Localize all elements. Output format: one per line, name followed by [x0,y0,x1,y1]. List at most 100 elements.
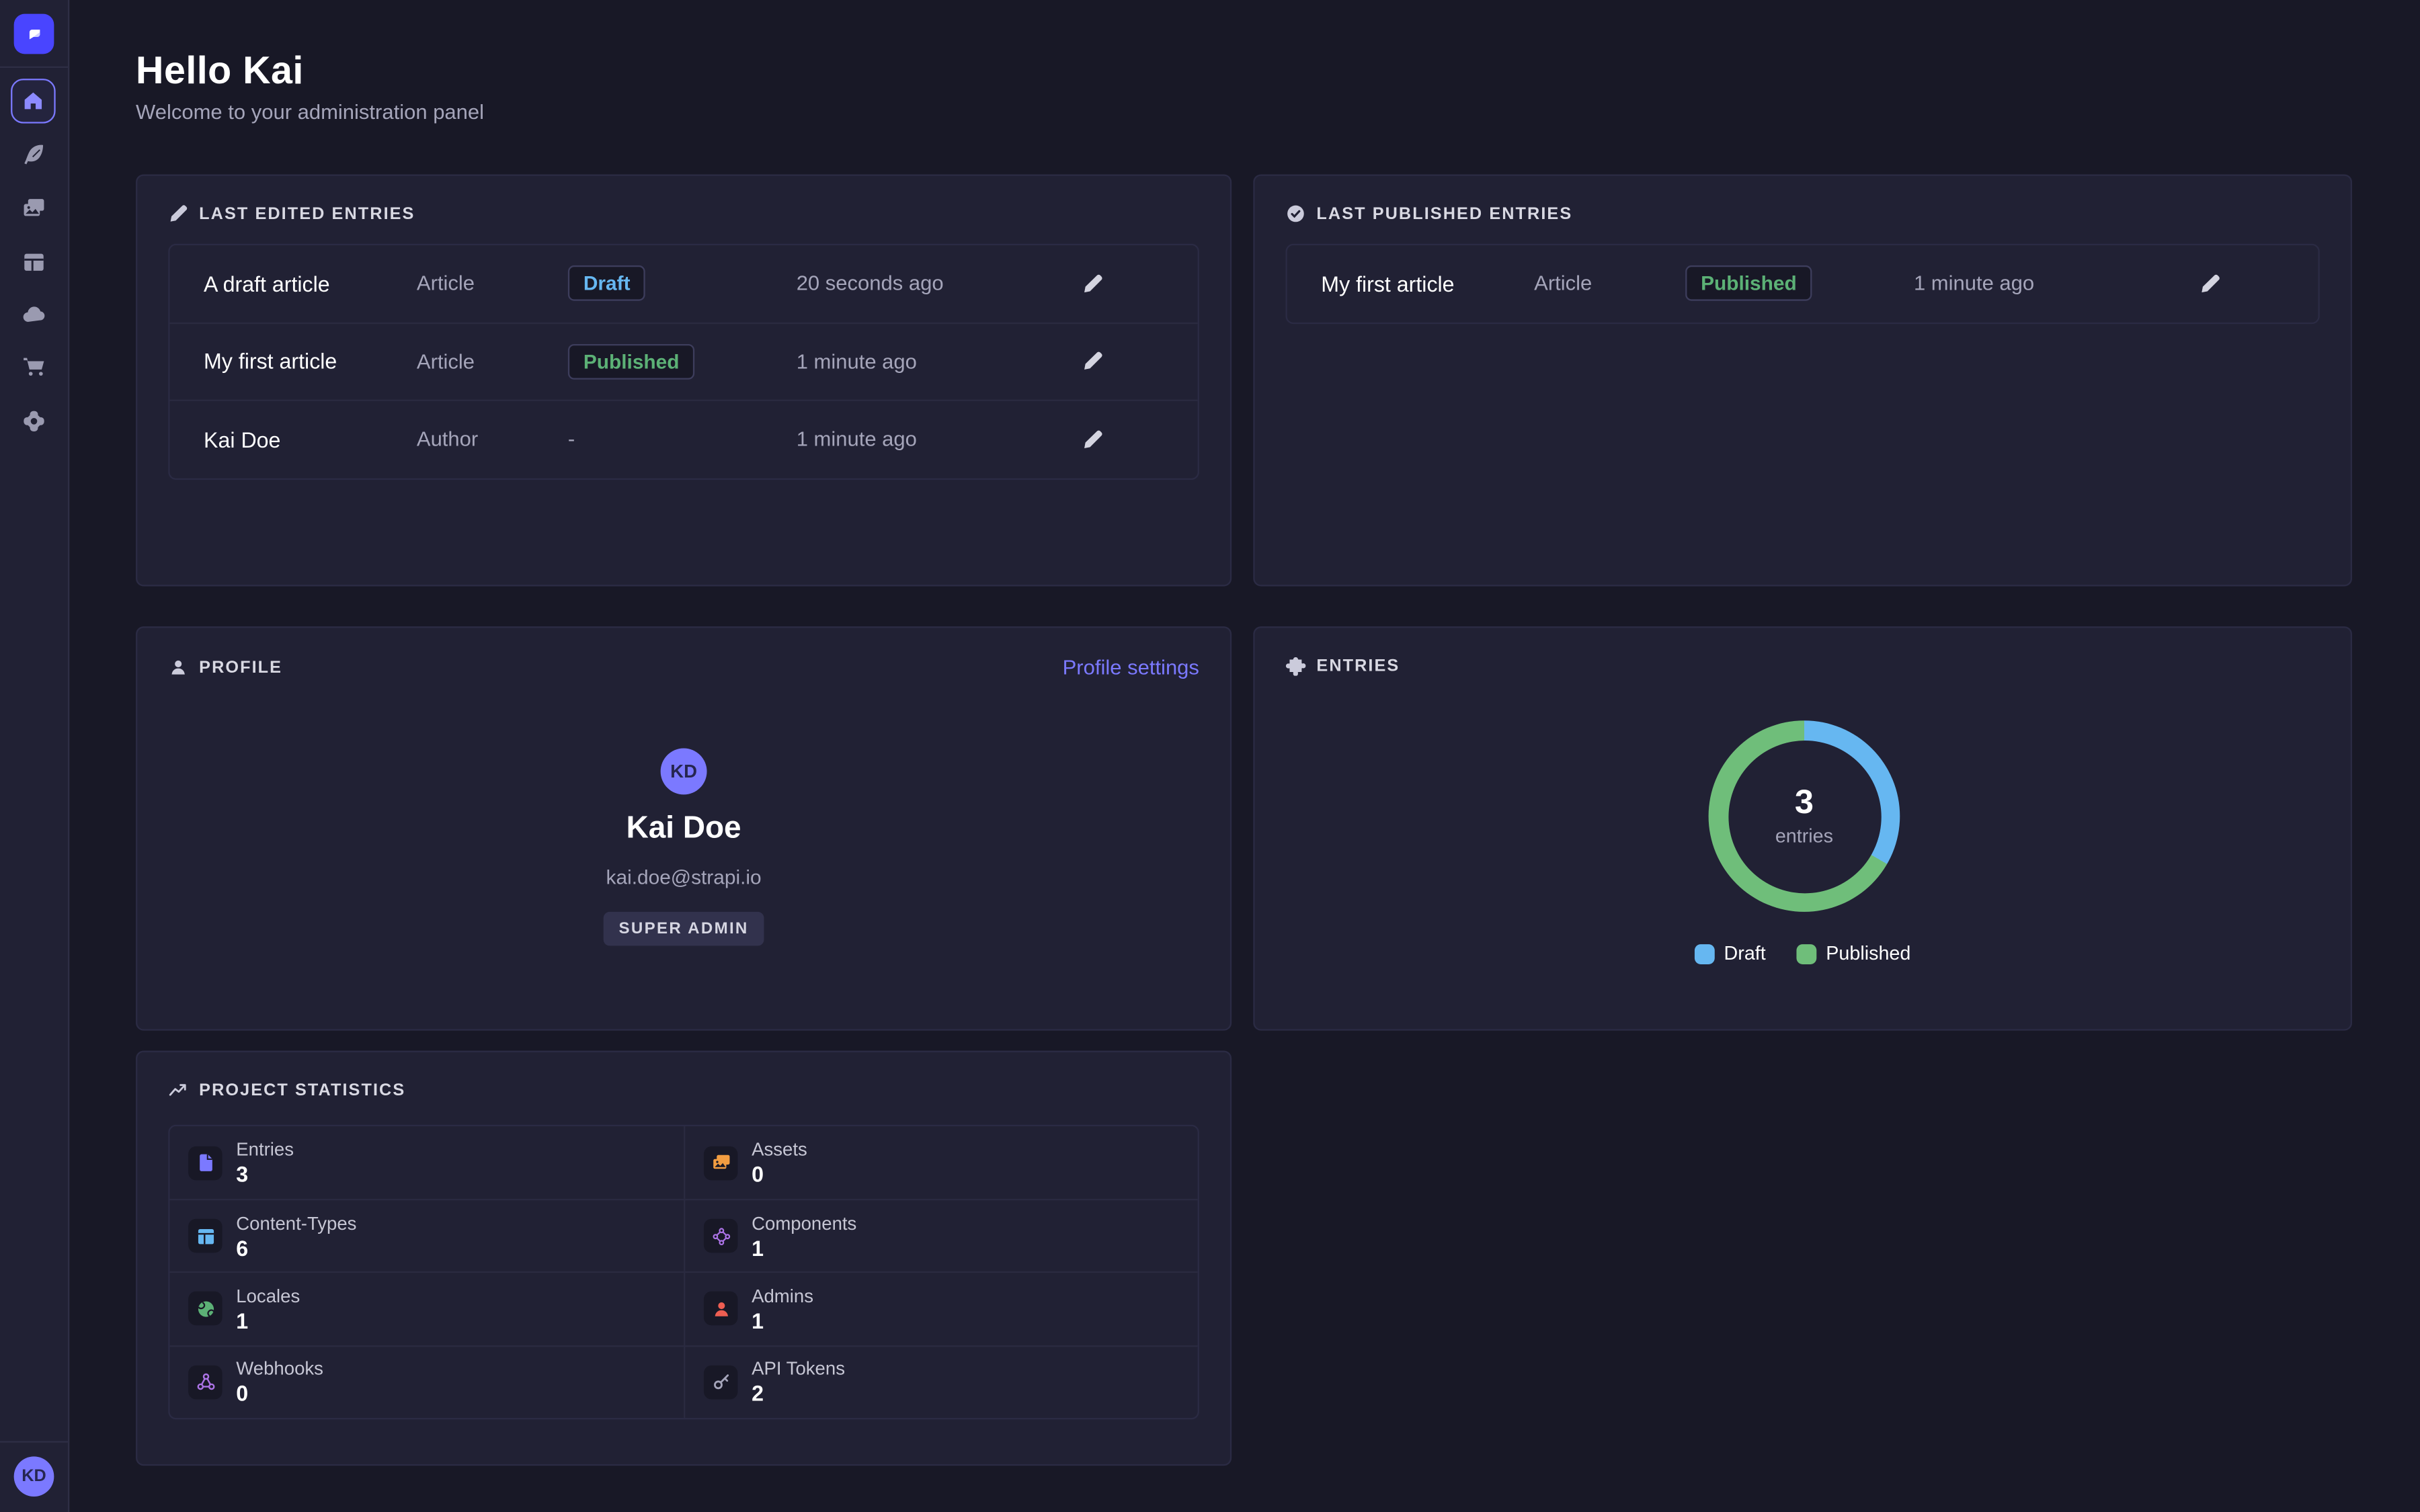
legend-label: Draft [1724,943,1766,964]
home-icon [22,89,44,112]
stat-value: 6 [236,1236,356,1261]
trending-up-icon [168,1080,188,1100]
role-badge: SUPER ADMIN [604,912,764,946]
entry-time: 1 minute ago [797,350,1080,373]
strapi-logo[interactable] [14,14,54,54]
panel-title: PROJECT STATISTICS [199,1081,405,1099]
published-swatch [1797,943,1817,964]
profile-avatar: KD [661,749,707,795]
page-title: Hello Kai [136,49,304,94]
last-edited-table: A draft article Article Draft 20 seconds… [168,244,1199,479]
edit-entry-button[interactable] [2197,272,2220,295]
entry-type: Article [417,272,568,295]
stat-api-tokens: API Tokens2 [684,1345,1198,1417]
stats-table: Entries3 Assets0 Content-Types6 Componen… [168,1125,1199,1419]
last-edited-entries-panel: LAST EDITED ENTRIES A draft article Arti… [136,174,1232,586]
images-icon [22,196,46,221]
donut-center: 3 entries [1709,720,1900,912]
entry-type: Author [417,428,568,451]
pencil-icon [168,204,188,224]
sidebar-divider-bottom [0,1441,68,1442]
user-icon [168,657,188,677]
legend-item-draft: Draft [1695,943,1766,964]
strapi-admin-dashboard: KD Hello Kai Welcome to your administrat… [0,0,2420,1512]
stat-locales: Locales1 [170,1272,684,1345]
entry-name: Kai Doe [204,427,417,452]
table-row: Kai Doe Author - 1 minute ago [170,400,1198,478]
sidebar-item-settings[interactable] [22,409,46,433]
stat-value: 0 [752,1162,807,1187]
stat-components: Components1 [684,1199,1198,1271]
profile-body: KD Kai Doe kai.doe@strapi.io SUPER ADMIN [137,749,1230,946]
profile-settings-link[interactable]: Profile settings [1063,656,1199,679]
table-row: My first article Article Published 1 min… [170,322,1198,400]
gear-icon [22,409,46,433]
puzzle-icon [711,1226,731,1247]
panel-title: ENTRIES [1316,657,1400,675]
user-avatar[interactable]: KD [14,1456,54,1497]
sidebar-item-cloud[interactable] [22,302,46,327]
file-icon [195,1152,215,1173]
stat-webhooks: Webhooks0 [170,1345,684,1417]
sidebar-item-content-manager[interactable] [22,142,46,167]
last-published-entries-panel: LAST PUBLISHED ENTRIES My first article … [1253,174,2352,586]
sidebar-item-media-library[interactable] [22,196,46,221]
chart-legend: Draft Published [1255,943,2351,964]
sidebar-item-content-type-builder[interactable] [22,250,46,275]
legend-label: Published [1826,943,1910,964]
sidebar-item-marketplace[interactable] [22,355,46,380]
draft-swatch [1695,943,1715,964]
strapi-logo-icon [22,22,45,45]
stat-label: Webhooks [236,1358,323,1380]
stat-label: Locales [236,1285,300,1306]
cloud-icon [22,302,46,327]
entries-panel: ENTRIES 3 entries Draft Published [1253,626,2352,1031]
entry-time: 20 seconds ago [797,272,1080,295]
entry-name: My first article [204,349,417,374]
last-published-table: My first article Article Published 1 min… [1286,244,2320,323]
legend-item-published: Published [1797,943,1911,964]
stat-assets: Assets0 [684,1126,1198,1199]
entry-name: My first article [1321,271,1534,296]
sidebar-item-home[interactable] [11,79,56,124]
stat-entries: Entries3 [170,1126,684,1199]
stat-value: 1 [752,1308,813,1333]
stat-value: 1 [236,1308,300,1333]
sidebar: KD [0,0,69,1512]
check-circle-icon [1286,204,1306,224]
entry-type: Article [417,350,568,373]
table-row: My first article Article Published 1 min… [1287,245,2318,322]
entry-time: 1 minute ago [1914,272,2197,295]
key-icon [711,1372,731,1392]
cart-icon [22,355,46,380]
stat-label: Components [752,1212,856,1234]
page-subtitle: Welcome to your administration panel [136,100,484,123]
entry-type: Article [1534,272,1685,295]
panel-title: LAST PUBLISHED ENTRIES [1316,204,1572,223]
entries-count: 3 [1795,786,1814,820]
profile-email: kai.doe@strapi.io [606,866,762,888]
stat-value: 2 [752,1381,845,1406]
status-none: - [568,428,797,451]
profile-panel: PROFILE Profile settings KD Kai Doe kai.… [136,626,1232,1031]
panel-title: LAST EDITED ENTRIES [199,204,415,223]
profile-name: Kai Doe [627,812,741,847]
stat-label: API Tokens [752,1358,845,1380]
status-badge: Published [568,343,695,379]
edit-entry-button[interactable] [1080,272,1103,295]
webhook-icon [195,1372,215,1392]
user-icon [711,1299,731,1319]
entry-time: 1 minute ago [797,428,1080,451]
edit-entry-button[interactable] [1080,350,1103,373]
stat-label: Content-Types [236,1212,356,1234]
stat-label: Admins [752,1285,813,1306]
panel-title: PROFILE [199,658,282,677]
edit-entry-button[interactable] [1080,428,1103,451]
images-icon [711,1152,731,1173]
puzzle-icon [1286,656,1306,676]
layout-icon [22,250,46,275]
project-statistics-panel: PROJECT STATISTICS Entries3 Assets0 Cont… [136,1051,1232,1466]
status-badge: Draft [568,265,646,301]
stat-value: 1 [752,1236,856,1261]
stat-label: Entries [236,1139,294,1161]
